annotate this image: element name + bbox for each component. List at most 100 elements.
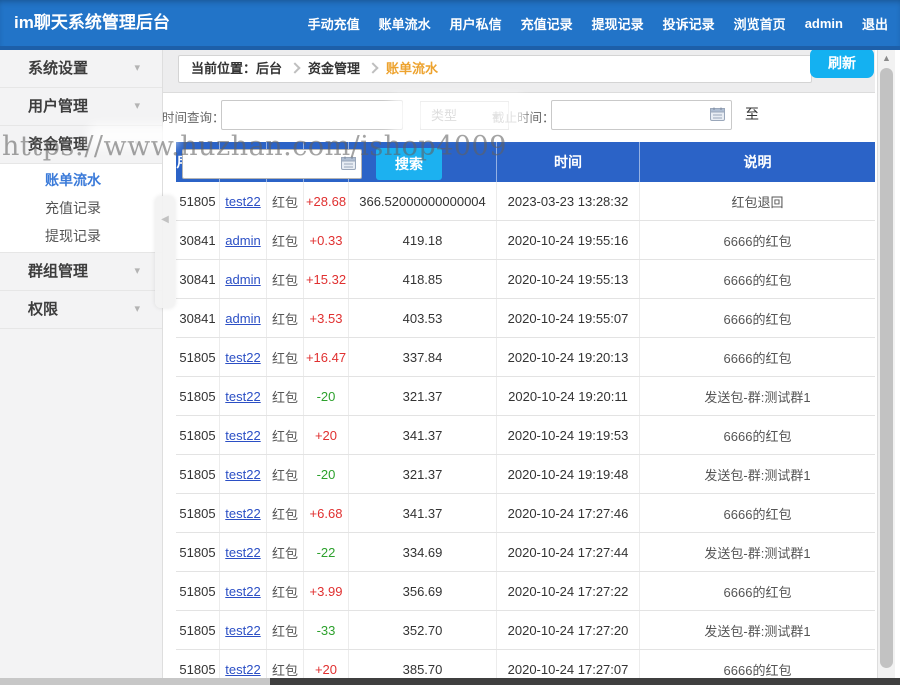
cell-balance: 321.37 xyxy=(349,455,497,493)
topnav-item[interactable]: 账单流水 xyxy=(379,14,431,33)
cell-uid: 51805 xyxy=(176,611,220,649)
topnav: 手动充值账单流水用户私信充值记录提现记录投诉记录浏览首页 admin 退出 xyxy=(308,0,888,46)
cell-note: 发送包-群:测试群1 xyxy=(640,377,875,415)
cell-user: test22 xyxy=(220,455,267,493)
cell-note: 红包退回 xyxy=(640,182,875,220)
topnav-item[interactable]: 提现记录 xyxy=(592,14,644,33)
table-row: 30841admin红包+0.33419.182020-10-24 19:55:… xyxy=(176,221,875,260)
search-button[interactable]: 搜索 xyxy=(376,148,442,180)
username-link[interactable]: test22 xyxy=(225,428,260,443)
cell-amount: +3.53 xyxy=(304,299,349,337)
cell-uid: 51805 xyxy=(176,533,220,571)
scroll-up-icon[interactable]: ▲ xyxy=(878,50,895,66)
topnav-item[interactable]: 用户私信 xyxy=(450,14,502,33)
sidebar-item[interactable]: 群组管理▾ xyxy=(0,253,162,291)
calendar-icon[interactable] xyxy=(341,156,356,175)
horizontal-scrollbar[interactable] xyxy=(270,678,900,685)
username-link[interactable]: admin xyxy=(225,233,260,248)
cell-note: 6666的红包 xyxy=(640,260,875,298)
sidebar-item-label: 权限 xyxy=(28,301,58,318)
cell-uid: 51805 xyxy=(176,416,220,454)
username-link[interactable]: test22 xyxy=(225,506,260,521)
calendar-icon[interactable] xyxy=(710,107,725,126)
sidebar-subitem[interactable]: 账单流水 xyxy=(0,166,162,194)
sidebar-item-label: 群组管理 xyxy=(28,263,88,280)
cell-uid: 51805 xyxy=(176,182,220,220)
sidebar-subitem[interactable]: 提现记录 xyxy=(0,222,162,250)
username-link[interactable]: admin xyxy=(225,272,260,287)
cell-uid: 30841 xyxy=(176,260,220,298)
scrollbar-thumb[interactable] xyxy=(880,68,893,668)
username-link[interactable]: test22 xyxy=(225,350,260,365)
sidebar-item[interactable]: 系统设置▾ xyxy=(0,50,162,88)
breadcrumb-item: 后台 xyxy=(256,61,282,76)
overlay-date-input[interactable] xyxy=(182,149,362,179)
username-link[interactable]: test22 xyxy=(225,584,260,599)
breadcrumb: 当前位置：后台 资金管理 账单流水 xyxy=(178,55,812,83)
chevron-down-icon: ▾ xyxy=(134,50,140,87)
start-time-input[interactable] xyxy=(221,100,403,130)
cell-type: 红包 xyxy=(267,182,304,220)
cell-amount: +15.32 xyxy=(304,260,349,298)
cell-time: 2020-10-24 19:55:16 xyxy=(497,221,640,259)
table-row: 51805test22红包+3.99356.692020-10-24 17:27… xyxy=(176,572,875,611)
cell-note: 6666的红包 xyxy=(640,572,875,610)
username-link[interactable]: test22 xyxy=(225,545,260,560)
table-row: 30841admin红包+3.53403.532020-10-24 19:55:… xyxy=(176,299,875,338)
cell-type: 红包 xyxy=(267,260,304,298)
cell-uid: 51805 xyxy=(176,572,220,610)
sidebar-item-label: 用户管理 xyxy=(28,98,88,115)
cell-time: 2020-10-24 17:27:20 xyxy=(497,611,640,649)
cell-user: test22 xyxy=(220,533,267,571)
cell-user: test22 xyxy=(220,572,267,610)
column-header: 时间 xyxy=(497,142,640,182)
cell-note: 6666的红包 xyxy=(640,221,875,259)
cell-time: 2020-10-24 17:27:22 xyxy=(497,572,640,610)
cell-balance: 334.69 xyxy=(349,533,497,571)
breadcrumb-item[interactable]: 资金管理 xyxy=(308,61,360,76)
cell-time: 2020-10-24 19:55:07 xyxy=(497,299,640,337)
sidebar-collapse-handle[interactable]: ◀ xyxy=(155,196,175,308)
breadcrumb-items: 后台 资金管理 账单流水 xyxy=(256,61,438,76)
cell-time: 2020-10-24 19:19:53 xyxy=(497,416,640,454)
cell-type: 红包 xyxy=(267,377,304,415)
end-time-label: 截止时间： xyxy=(492,107,555,126)
username-link[interactable]: test22 xyxy=(225,623,260,638)
topnav-item[interactable]: 投诉记录 xyxy=(663,14,715,33)
sidebar-item[interactable]: 权限▾ xyxy=(0,291,162,329)
breadcrumb-prefix: 当前位置： xyxy=(191,61,256,76)
vertical-scrollbar[interactable]: ▲ xyxy=(877,50,895,678)
topnav-item[interactable]: 浏览首页 xyxy=(734,14,786,33)
sidebar-submenu: 账单流水充值记录提现记录 xyxy=(0,164,162,253)
cell-uid: 51805 xyxy=(176,377,220,415)
cell-balance: 418.85 xyxy=(349,260,497,298)
topnav-item[interactable]: 手动充值 xyxy=(308,14,360,33)
cell-type: 红包 xyxy=(267,221,304,259)
cell-balance: 321.37 xyxy=(349,377,497,415)
username-link[interactable]: test22 xyxy=(225,194,260,209)
username-link[interactable]: test22 xyxy=(225,662,260,677)
refresh-button[interactable]: 刷新 xyxy=(810,48,874,78)
cell-type: 红包 xyxy=(267,572,304,610)
sidebar-item[interactable]: 用户管理▾ xyxy=(0,88,162,126)
username-link[interactable]: test22 xyxy=(225,389,260,404)
breadcrumb-item[interactable]: 账单流水 xyxy=(386,61,438,76)
cell-user: test22 xyxy=(220,377,267,415)
cell-user: test22 xyxy=(220,494,267,532)
topnav-item[interactable]: admin xyxy=(805,16,843,31)
username-link[interactable]: test22 xyxy=(225,467,260,482)
sidebar-item[interactable]: 资金管理 ▾ xyxy=(0,126,162,164)
table-row: 51805test22红包-22334.692020-10-24 17:27:4… xyxy=(176,533,875,572)
cell-amount: +20 xyxy=(304,416,349,454)
cell-amount: -33 xyxy=(304,611,349,649)
topnav-item[interactable]: 充值记录 xyxy=(521,14,573,33)
cell-time: 2023-03-23 13:28:32 xyxy=(497,182,640,220)
sidebar-subitem[interactable]: 充值记录 xyxy=(0,194,162,222)
chevron-down-icon: ▾ xyxy=(134,126,140,163)
end-time-input[interactable] xyxy=(551,100,732,130)
sidebar-item-label: 资金管理 xyxy=(28,136,88,153)
username-link[interactable]: admin xyxy=(225,311,260,326)
cell-balance: 341.37 xyxy=(349,416,497,454)
topnav-item[interactable]: 退出 xyxy=(862,14,888,33)
bottom-bar-left xyxy=(0,678,270,685)
